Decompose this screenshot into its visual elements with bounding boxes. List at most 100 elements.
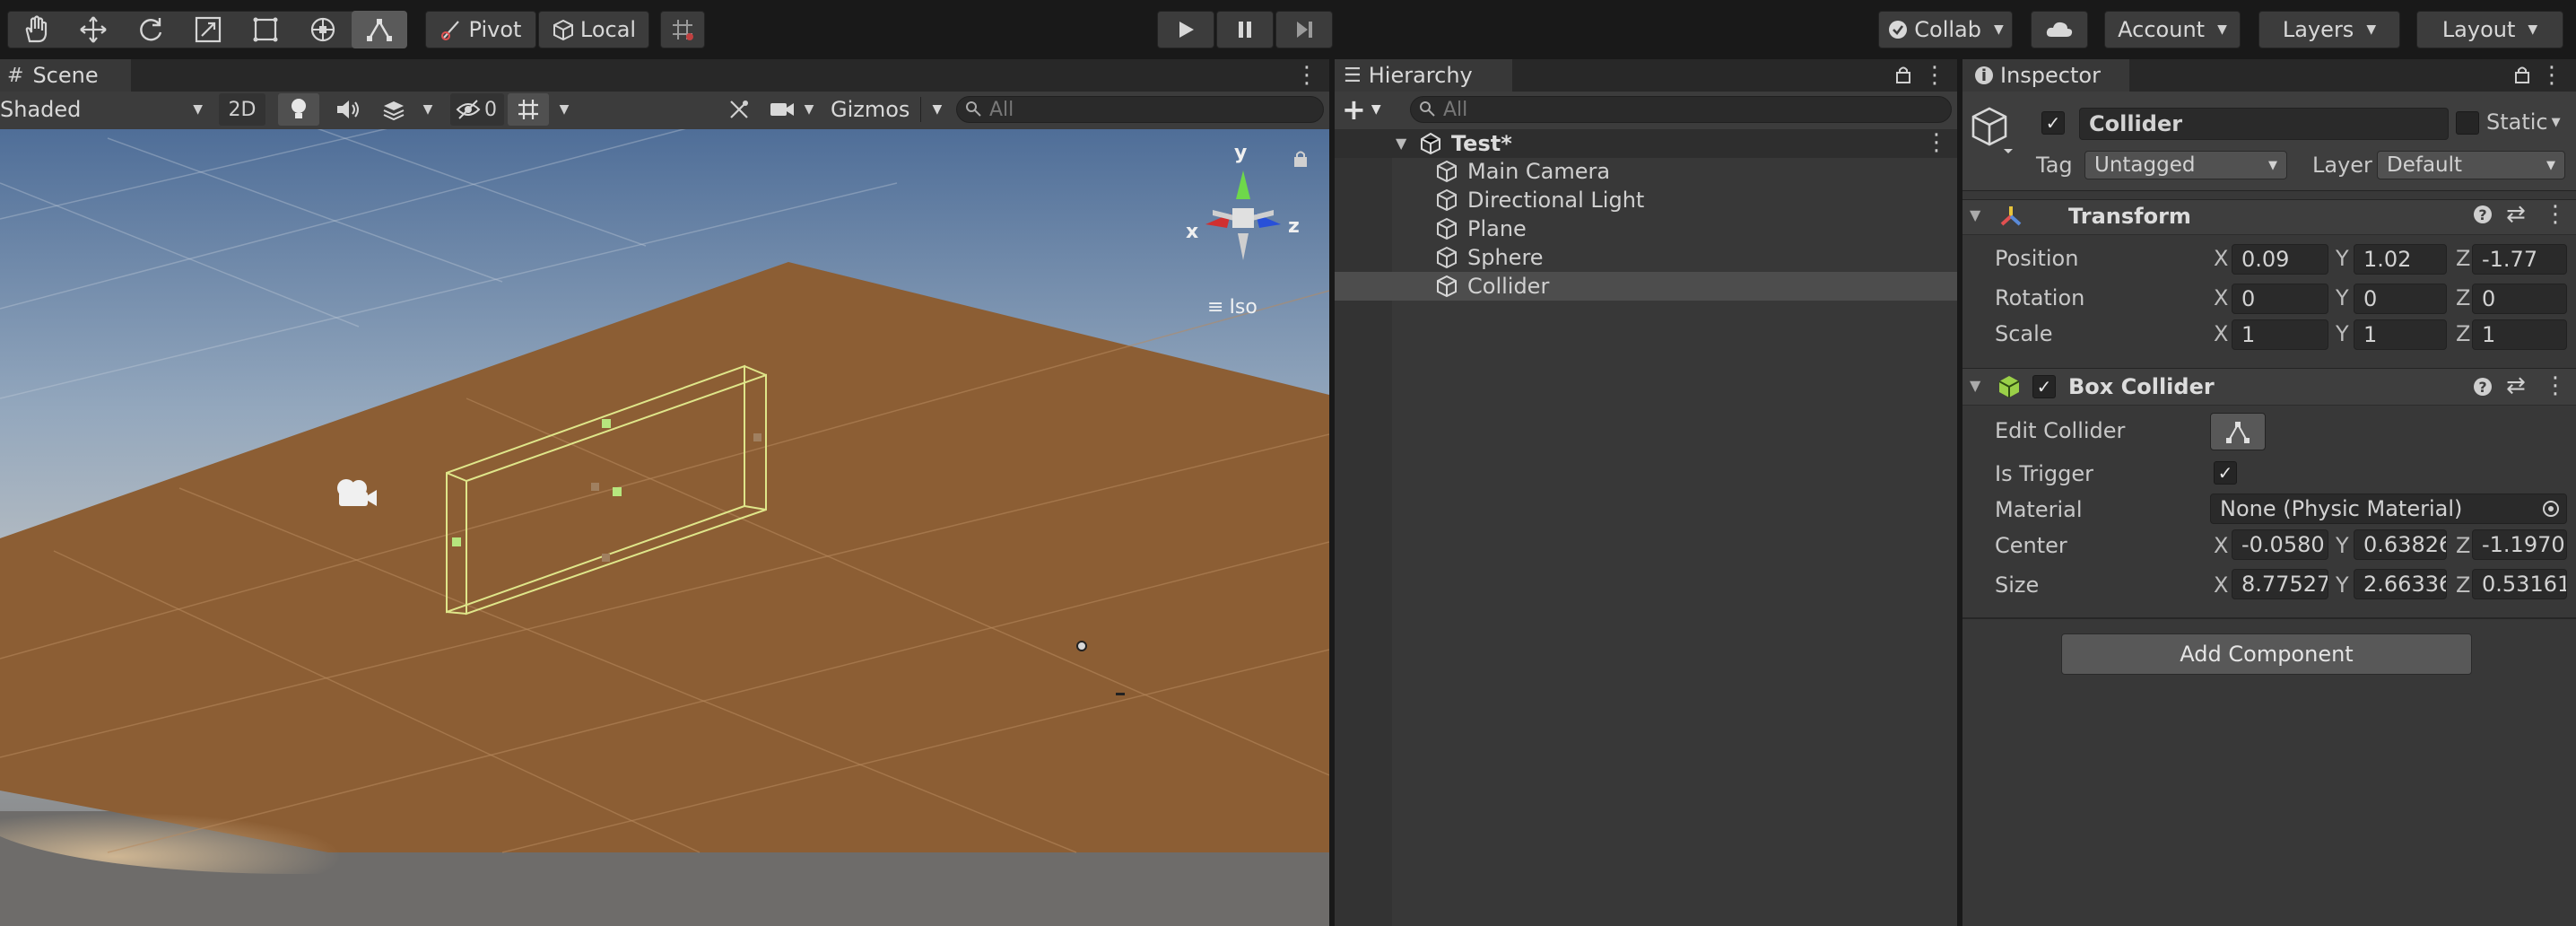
scene-search-input[interactable]: All xyxy=(956,96,1324,123)
scale-x-field[interactable]: 1 xyxy=(2232,319,2328,350)
hierarchy-item-label: Main Camera xyxy=(1467,159,1611,184)
lighting-toggle[interactable] xyxy=(278,93,319,126)
help-icon[interactable]: ? xyxy=(2474,205,2492,223)
component-menu-icon[interactable]: ⋮ xyxy=(2544,372,2567,399)
foldout-arrow-icon[interactable]: ▼ xyxy=(1970,206,1980,223)
preset-sliders-icon[interactable]: ⇄ xyxy=(2506,372,2526,399)
foldout-arrow-icon[interactable]: ▼ xyxy=(1970,377,1980,394)
local-toggle[interactable]: Local xyxy=(538,11,649,48)
account-dropdown[interactable]: Account xyxy=(2104,11,2241,48)
custom-tool-button[interactable] xyxy=(352,11,407,48)
object-picker-icon[interactable] xyxy=(2543,501,2559,517)
hierarchy-scene-row[interactable]: ▼ Test* ⋮ xyxy=(1335,129,1957,158)
static-dropdown[interactable]: Static ▼ xyxy=(2486,109,2561,135)
rotation-z-field[interactable]: 0 xyxy=(2472,284,2567,314)
size-y-field[interactable]: 2.66336 xyxy=(2354,569,2447,599)
gizmos-dropdown[interactable]: Gizmos ▼ xyxy=(825,93,944,126)
tag-dropdown[interactable]: Untagged ▼ xyxy=(2084,151,2287,179)
tab-hierarchy[interactable]: ☰ Hierarchy xyxy=(1335,59,1512,92)
hierarchy-create-button[interactable]: + ▼ xyxy=(1342,92,1394,127)
center-y-field[interactable]: 0.63826 xyxy=(2354,529,2447,560)
shading-mode-dropdown[interactable]: Shaded xyxy=(0,93,208,126)
hierarchy-item-directional-light[interactable]: Directional Light xyxy=(1435,186,1644,214)
position-x-field[interactable]: 0.09 xyxy=(2232,244,2328,275)
projection-toggle[interactable]: ≡ Iso xyxy=(1207,296,1258,319)
hierarchy-panel-menu[interactable]: ⋮ xyxy=(1921,61,1948,90)
scale-y-field[interactable]: 1 xyxy=(2354,319,2447,350)
static-checkbox[interactable] xyxy=(2456,111,2479,135)
is-trigger-checkbox[interactable]: ✓ xyxy=(2214,461,2237,485)
pivot-toggle[interactable]: Pivot xyxy=(425,11,536,48)
move-icon xyxy=(80,16,107,43)
center-z-field[interactable]: -1.1970 xyxy=(2472,529,2567,560)
effects-toggle[interactable] xyxy=(373,93,414,126)
hidden-objects-toggle[interactable]: 0 xyxy=(450,93,504,126)
local-label: Local xyxy=(579,17,637,42)
scale-tool-button[interactable] xyxy=(179,11,237,48)
hierarchy-item-label: Sphere xyxy=(1467,245,1544,270)
hierarchy-item-sphere[interactable]: Sphere xyxy=(1435,243,1544,272)
axis-z-label: Z xyxy=(2456,285,2471,310)
scene-tab-strip xyxy=(0,59,1329,92)
scale-z-field[interactable]: 1 xyxy=(2472,319,2567,350)
hand-tool-button[interactable] xyxy=(7,11,65,48)
inspector-lock-icon[interactable] xyxy=(2513,65,2531,84)
gameobject-active-checkbox[interactable]: ✓ xyxy=(2041,111,2065,135)
scale-z-value: 1 xyxy=(2482,322,2496,347)
2d-mode-toggle[interactable]: 2D xyxy=(219,93,265,126)
grid-snap-icon xyxy=(673,20,693,40)
collab-dropdown[interactable]: Collab xyxy=(1878,11,2013,48)
grid-dropdown[interactable]: ▼ xyxy=(551,93,578,126)
hierarchy-item-collider[interactable]: Collider xyxy=(1435,272,1549,301)
step-button[interactable] xyxy=(1275,11,1333,48)
rotate-tool-button[interactable] xyxy=(122,11,179,48)
edit-collider-button[interactable] xyxy=(2210,413,2266,450)
audio-toggle[interactable] xyxy=(326,93,368,126)
layers-dropdown[interactable]: Layers xyxy=(2258,11,2400,48)
gameobject-cube-icon xyxy=(1971,107,2013,153)
gameobject-name-field[interactable]: Collider xyxy=(2079,108,2449,140)
tab-scene[interactable]: # Scene xyxy=(0,59,131,92)
rect-tool-button[interactable] xyxy=(237,11,294,48)
layout-dropdown[interactable]: Layout xyxy=(2416,11,2563,48)
camera-settings-dropdown[interactable]: ▼ xyxy=(798,93,820,126)
center-x-field[interactable]: -0.0580 xyxy=(2232,529,2328,560)
preset-sliders-icon[interactable]: ⇄ xyxy=(2506,201,2526,228)
cloud-icon xyxy=(2046,22,2073,37)
hierarchy-lock-icon[interactable] xyxy=(1894,65,1912,84)
camera-settings-button[interactable] xyxy=(764,93,800,126)
cloud-button[interactable] xyxy=(2031,11,2088,48)
position-z-field[interactable]: -1.77 xyxy=(2472,244,2567,275)
inspector-panel-menu[interactable]: ⋮ xyxy=(2538,61,2565,90)
grid-snap-button[interactable] xyxy=(660,11,705,48)
size-z-field[interactable]: 0.53161 xyxy=(2472,569,2567,599)
rotation-y-field[interactable]: 0 xyxy=(2354,284,2447,314)
scale-x-value: 1 xyxy=(2241,322,2256,347)
hierarchy-search-input[interactable]: All xyxy=(1410,96,1952,123)
grid-toggle[interactable] xyxy=(508,93,549,126)
tools-toggle[interactable] xyxy=(721,93,757,126)
effects-dropdown[interactable]: ▼ xyxy=(414,93,441,126)
scene-row-menu[interactable]: ⋮ xyxy=(1925,129,1948,156)
lock-icon[interactable] xyxy=(1292,149,1310,169)
layer-value: Default xyxy=(2387,153,2463,177)
rotation-x-field[interactable]: 0 xyxy=(2232,284,2328,314)
hierarchy-item-plane[interactable]: Plane xyxy=(1435,214,1527,243)
cube-icon xyxy=(1437,188,1457,212)
transform-tool-button[interactable] xyxy=(294,11,352,48)
scene-panel-menu[interactable]: ⋮ xyxy=(1293,61,1320,90)
hierarchy-item-main-camera[interactable]: Main Camera xyxy=(1435,157,1610,186)
move-tool-button[interactable] xyxy=(65,11,122,48)
help-icon[interactable]: ? xyxy=(2474,378,2492,396)
box-collider-enabled-checkbox[interactable]: ✓ xyxy=(2032,375,2056,398)
play-button[interactable] xyxy=(1157,11,1214,48)
pause-button[interactable] xyxy=(1216,11,1274,48)
scene-viewport[interactable]: y x z ≡ Iso xyxy=(0,129,1329,926)
size-x-field[interactable]: 8.77527 xyxy=(2232,569,2328,599)
material-object-field[interactable]: None (Physic Material) xyxy=(2210,494,2567,524)
add-component-button[interactable]: Add Component xyxy=(2061,633,2472,675)
component-menu-icon[interactable]: ⋮ xyxy=(2544,201,2567,228)
layer-dropdown[interactable]: Default ▼ xyxy=(2377,151,2565,179)
position-y-field[interactable]: 1.02 xyxy=(2354,244,2447,275)
tab-inspector[interactable]: i Inspector xyxy=(1962,59,2129,92)
